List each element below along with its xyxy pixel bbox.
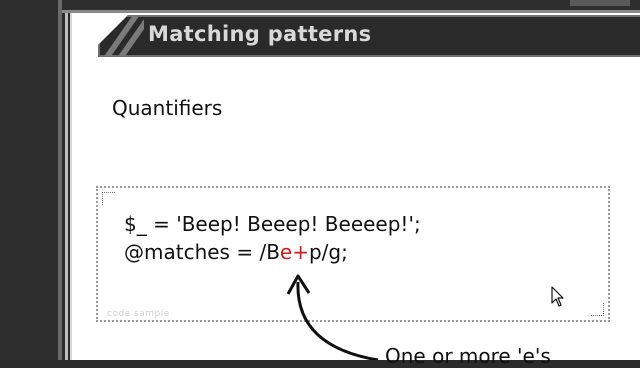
annotation-arrow-icon	[286, 274, 379, 360]
mouse-pointer-icon	[551, 286, 564, 307]
annotation-label: One or more 'e's	[385, 344, 551, 368]
